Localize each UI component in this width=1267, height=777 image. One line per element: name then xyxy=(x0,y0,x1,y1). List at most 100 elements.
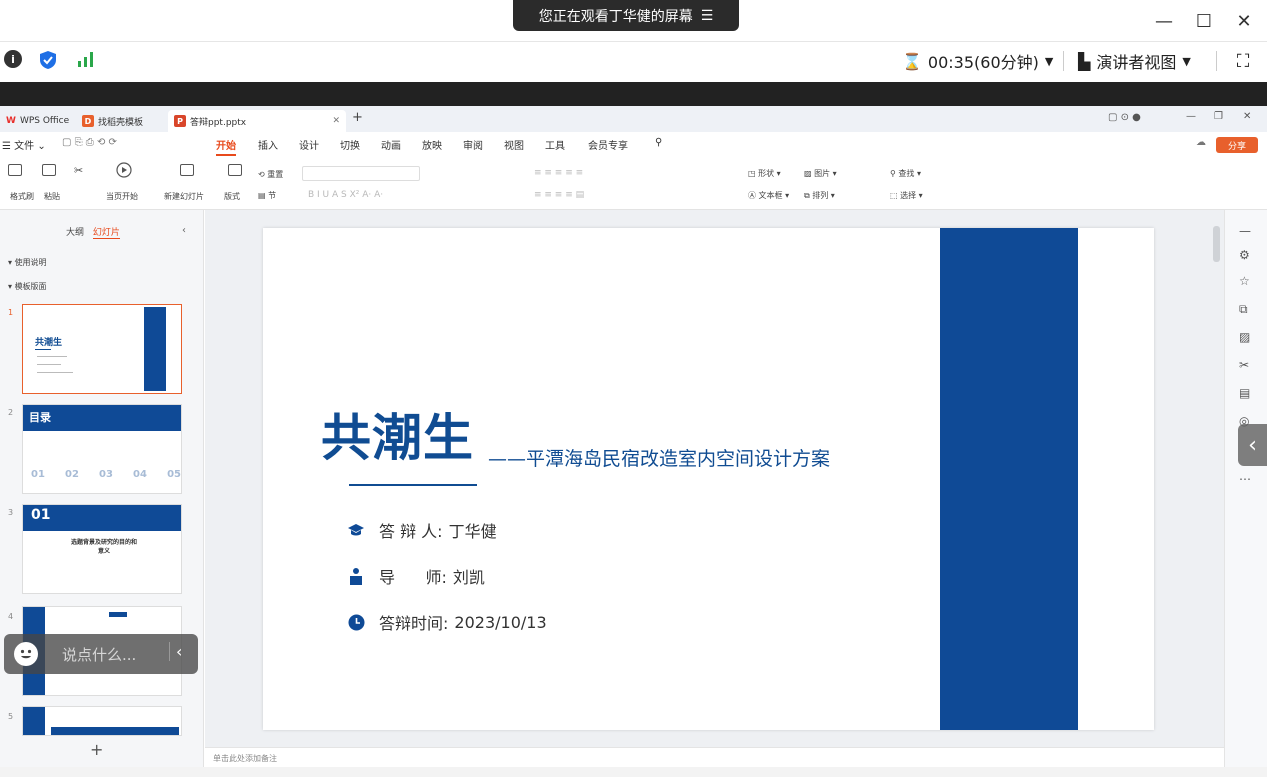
tab-outline[interactable]: 大纲 xyxy=(66,228,84,238)
menu-view[interactable]: 视图 xyxy=(504,137,524,152)
menu-member[interactable]: 会员专享 xyxy=(588,137,628,152)
share-button[interactable]: 分享 xyxy=(1216,137,1258,153)
tools-icon[interactable]: ✂ xyxy=(1239,358,1249,372)
search-icon[interactable]: ⚲ xyxy=(655,137,662,148)
select-label: 选择 xyxy=(900,191,917,200)
format-painter-button[interactable]: 格式刷 xyxy=(10,191,34,202)
paragraph-buttons[interactable]: ≡ ≡ ≡ ≡ ≡ xyxy=(534,168,583,178)
slide-subtitle[interactable]: ——平潭海岛民宿改造室内空间设计方案 xyxy=(488,444,830,471)
tab-slides[interactable]: 幻灯片 xyxy=(92,228,120,239)
vertical-scrollbar[interactable] xyxy=(1213,226,1220,262)
minus-icon[interactable]: — xyxy=(1239,224,1251,238)
find-button[interactable]: ⚲ 查找 ▾ xyxy=(890,168,921,179)
paste-icon[interactable] xyxy=(42,164,56,178)
shield-icon[interactable] xyxy=(38,50,58,70)
signal-icon[interactable] xyxy=(76,50,96,68)
section-usage[interactable]: ▾ 使用说明 xyxy=(8,257,47,268)
play-from-current-button[interactable]: 当页开始 xyxy=(106,191,138,202)
reset-button[interactable]: ⟲ 重置 xyxy=(258,169,283,180)
meeting-timer[interactable]: ⌛ 00:35(60分钟) ▼ xyxy=(902,49,1053,73)
cloud-icon[interactable]: ☁ xyxy=(1196,137,1206,148)
menu-insert[interactable]: 插入 xyxy=(258,137,278,152)
slide-thumbnail-5[interactable] xyxy=(22,706,182,736)
notes-field[interactable]: 单击此处添加备注 xyxy=(205,747,1224,767)
picture-button[interactable]: ▨ 图片 ▾ xyxy=(804,168,837,179)
find-label: 查找 xyxy=(898,169,915,178)
menu-bar: ☰ 文件 ⌄ ▢ ⎘ ⎙ ⟲ ⟳ 开始 插入 设计 切换 动画 放映 审阅 视图… xyxy=(0,132,1267,156)
menu-tools[interactable]: 工具 xyxy=(545,137,565,152)
window-tools-icon[interactable]: ▢ ⊙ ● xyxy=(1108,112,1141,123)
paste-button[interactable]: 粘贴 xyxy=(44,191,60,202)
section-label: 节 xyxy=(268,191,277,200)
minimize-icon[interactable]: — xyxy=(1186,111,1196,122)
menu-file[interactable]: ☰ 文件 ⌄ xyxy=(2,137,46,152)
font-family-select[interactable] xyxy=(302,166,420,181)
slide-title[interactable]: 共潮生 xyxy=(321,398,474,470)
close-tab-icon[interactable]: ✕ xyxy=(332,116,340,126)
book-icon[interactable]: ▤ xyxy=(1239,386,1250,400)
defender-row[interactable]: 答 辩 人: 丁华健 xyxy=(347,518,497,542)
chat-input-pill[interactable]: 说点什么... ‹ xyxy=(4,634,198,674)
cut-icon[interactable]: ✂ xyxy=(74,164,83,177)
slide-number: 2 xyxy=(8,408,14,417)
tab-template[interactable]: D 找稻壳模板 xyxy=(76,110,149,132)
menu-home[interactable]: 开始 xyxy=(216,137,236,156)
collapse-sidebar-icon[interactable]: ‹ xyxy=(1238,424,1267,466)
current-slide[interactable]: 共潮生 ——平潭海岛民宿改造室内空间设计方案 答 辩 人: 丁华健 导 师: 刘… xyxy=(263,228,1154,730)
section-button[interactable]: ▤ 节 xyxy=(258,190,276,201)
advisor-row[interactable]: 导 师: 刘凯 xyxy=(347,564,485,588)
slide-thumbnail-1[interactable]: 共潮生 xyxy=(22,304,182,394)
menu-icon: ☰ xyxy=(700,7,714,24)
layout-icon[interactable] xyxy=(228,164,242,178)
textbox-button[interactable]: Ⓐ 文本框 ▾ xyxy=(748,190,789,201)
thumb-line xyxy=(35,349,51,350)
menu-transition[interactable]: 切换 xyxy=(340,137,360,152)
slide-thumbnail-2[interactable]: 目录 01 02 03 04 05 xyxy=(22,404,182,494)
fullscreen-icon[interactable]: ⛶ xyxy=(1232,50,1254,72)
font-format-buttons[interactable]: B I U A S X² A· A· xyxy=(308,190,383,200)
star-icon[interactable]: ☆ xyxy=(1239,274,1250,288)
section-template[interactable]: ▾ 模板版面 xyxy=(8,281,47,292)
slide-accent-band xyxy=(940,228,1078,730)
more-icon[interactable]: ⋯ xyxy=(1239,472,1251,486)
ppt-icon: P xyxy=(174,115,186,127)
menu-review[interactable]: 审阅 xyxy=(463,137,483,152)
info-icon[interactable]: i xyxy=(4,50,22,68)
menu-slideshow[interactable]: 放映 xyxy=(422,137,442,152)
divider xyxy=(1063,51,1064,71)
quick-access-icons[interactable]: ▢ ⎘ ⎙ ⟲ ⟳ xyxy=(62,137,117,148)
tab-pptx[interactable]: P 答辩ppt.pptx ✕ xyxy=(168,110,346,132)
emoji-icon[interactable] xyxy=(14,642,38,666)
ribbon-toolbar: 格式刷 粘贴 ✂ 当页开始 新建幻灯片 版式 ⟲ 重置 ▤ 节 B I U A … xyxy=(0,156,1267,210)
settings-icon[interactable]: ⚙ xyxy=(1239,248,1250,262)
close-icon[interactable]: ✕ xyxy=(1243,111,1251,122)
arrange-button[interactable]: ⧉ 排列 ▾ xyxy=(804,190,835,201)
share-banner[interactable]: 您正在观看丁华健的屏幕 ☰ xyxy=(513,0,739,31)
collapse-panel-icon[interactable]: ‹ xyxy=(182,225,186,236)
menu-design[interactable]: 设计 xyxy=(299,137,319,152)
shape-button[interactable]: ◳ 形状 ▾ xyxy=(748,168,781,179)
tab-wps-office[interactable]: W WPS Office xyxy=(0,110,75,132)
restore-icon[interactable]: ❐ xyxy=(1214,111,1223,122)
slide-thumbnail-3[interactable]: 01 选题背景及研究的目的和意义 xyxy=(22,504,182,594)
presenter-view-toggle[interactable]: ▙ 演讲者视图 ▼ xyxy=(1078,49,1191,73)
image-icon[interactable]: ▨ xyxy=(1239,330,1250,344)
add-slide-icon[interactable]: + xyxy=(90,740,103,759)
close-icon[interactable]: ✕ xyxy=(1230,8,1258,34)
layout-button[interactable]: 版式 xyxy=(224,191,240,202)
collapse-chat-icon[interactable]: ‹ xyxy=(169,642,182,661)
new-tab-icon[interactable]: + xyxy=(352,110,363,125)
maximize-icon[interactable]: ☐ xyxy=(1190,8,1218,34)
copy-icon[interactable]: ⧉ xyxy=(1239,302,1248,317)
thumb-numbers: 01 02 03 04 05 xyxy=(31,469,181,480)
format-painter-icon[interactable] xyxy=(8,164,22,178)
new-slide-icon[interactable] xyxy=(180,164,194,178)
new-slide-button[interactable]: 新建幻灯片 xyxy=(164,191,204,202)
align-buttons[interactable]: ≡ ≡ ≡ ≡ ▤ xyxy=(534,190,584,200)
minimize-icon[interactable]: — xyxy=(1150,8,1178,34)
date-row[interactable]: 答辩时间: 2023/10/13 xyxy=(347,610,547,634)
select-button[interactable]: ⬚ 选择 ▾ xyxy=(890,190,923,201)
play-icon[interactable] xyxy=(116,162,132,180)
menu-animation[interactable]: 动画 xyxy=(381,137,401,152)
chat-placeholder[interactable]: 说点什么... xyxy=(62,644,136,665)
